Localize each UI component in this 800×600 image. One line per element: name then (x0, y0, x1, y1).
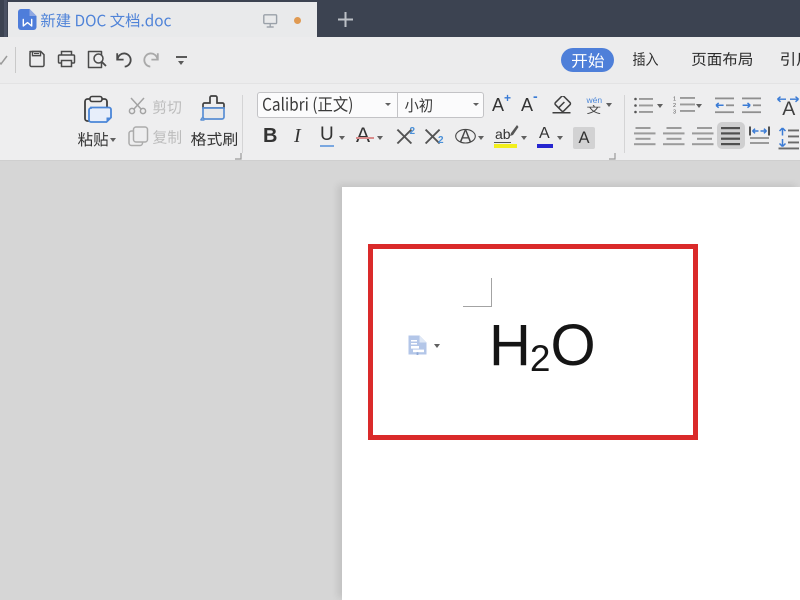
svg-text:2: 2 (673, 103, 676, 109)
svg-text:3: 3 (673, 110, 676, 115)
svg-text:A: A (782, 98, 795, 116)
svg-text:1: 1 (673, 97, 676, 103)
